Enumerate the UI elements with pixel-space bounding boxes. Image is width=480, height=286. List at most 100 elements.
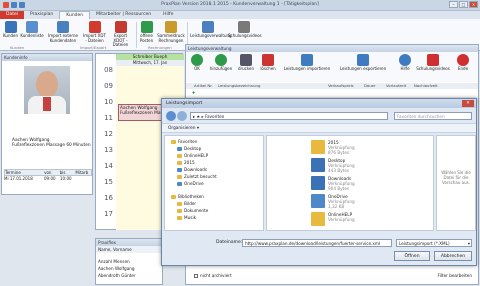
close-icon <box>457 54 469 66</box>
desktop-icon <box>177 146 182 151</box>
file-open-dialog: Leistungsimport ✕ ▸ ★ ▸ Favoriten Favori… <box>161 98 477 266</box>
filter-edit-link[interactable]: Filter bearbeiten <box>438 273 473 278</box>
checkbox[interactable] <box>194 273 198 278</box>
schulungsvideos-button[interactable]: Schulungsvideos <box>228 21 262 39</box>
add-button[interactable]: hinzufügen <box>208 54 234 72</box>
offene-posten-button[interactable]: offene Posten <box>138 21 155 43</box>
minimize-button[interactable]: – <box>449 1 458 8</box>
ribbon-separator <box>136 22 137 48</box>
customer-photo <box>24 66 70 114</box>
tab-datei[interactable]: Datei <box>0 11 25 19</box>
check-icon <box>191 54 203 66</box>
forward-icon[interactable] <box>177 111 187 121</box>
list-item[interactable]: Abendroth Günter <box>96 272 162 279</box>
nav-downloads[interactable]: Downloads <box>177 167 207 172</box>
appointments-header: Termine von bis Mitarb <box>4 169 92 176</box>
downloads-icon <box>177 167 182 172</box>
xdt-export-icon <box>114 21 127 33</box>
delete-icon <box>262 54 274 66</box>
file-item[interactable]: OneDrive Verknüpfung 1,32 KB <box>311 194 401 210</box>
preview-pane: Wählen Sie die Datei für die Vorschau au… <box>436 135 476 231</box>
address-bar[interactable]: ▸ ★ ▸ Favoriten <box>190 112 388 120</box>
back-icon[interactable] <box>166 111 176 121</box>
customer-info-pane: Kundeninfo Aachen Wolfgang Fußreflexzone… <box>1 53 93 195</box>
open-button[interactable]: Öffnen <box>394 251 430 261</box>
videos-button[interactable]: Schulungsvideos <box>416 54 450 72</box>
file-item[interactable]: Downloads Verknüpfung 904 Bytes <box>311 176 401 192</box>
kundenliste-button[interactable]: Kundenliste <box>20 21 44 39</box>
import-extern-button[interactable]: Import externe Kundendaten <box>46 21 80 43</box>
services-icon <box>202 21 214 33</box>
people-icon <box>4 21 17 33</box>
star-icon <box>171 139 176 144</box>
nav-favoriten[interactable]: Favoriten <box>171 139 197 144</box>
dialog-close-button[interactable]: ✕ <box>462 100 474 107</box>
hour-label: 17 <box>104 210 113 218</box>
nav-libraries[interactable]: Bibliotheken <box>171 194 204 199</box>
folder-icon <box>177 160 182 165</box>
export-leistungen-button[interactable]: Leistungen exportieren <box>338 54 388 72</box>
ok-button[interactable]: OK <box>188 54 206 72</box>
customer-list-header: Praxiflex <box>96 239 162 246</box>
file-item[interactable]: Desktop Verknüpfung 443 Bytes <box>311 158 401 174</box>
close-button[interactable]: ✕ <box>469 1 478 8</box>
file-item[interactable]: OnlineHELP Verknüpfung <box>311 212 401 228</box>
plus-icon <box>215 54 227 66</box>
nav-2015[interactable]: 2015 <box>177 160 195 165</box>
cancel-button[interactable]: Abbrechen <box>434 251 472 261</box>
tab-mitarbeiter[interactable]: Mitarbeiter | Ressourcen <box>90 11 157 19</box>
customer-info-header: Kundeninfo <box>2 54 92 61</box>
file-item[interactable]: 2015 Verknüpfung 876 Bytes <box>311 140 401 156</box>
tab-praxisplan[interactable]: Praxisplan <box>24 11 59 19</box>
end-button[interactable]: Ende <box>454 54 472 72</box>
hour-label: 15 <box>104 178 113 186</box>
tab-hilfe[interactable]: Hilfe <box>157 11 179 19</box>
customer-service: Fußreflexzonen Massage 60 Minuten <box>12 143 91 148</box>
printer-icon <box>240 54 252 66</box>
new-row-indicator[interactable]: ✚ <box>186 90 478 96</box>
nav-desktop[interactable]: Desktop <box>177 146 201 151</box>
filetype-select[interactable]: Leistungsimport (*.XML) ▾ <box>396 239 472 247</box>
group-label-kunden: Kunden <box>10 45 25 50</box>
organize-menu[interactable]: Organisieren ▾ <box>168 126 199 131</box>
delete-button[interactable]: löschen <box>258 54 278 72</box>
export-xdt-button[interactable]: Export XDOT - Dateien <box>108 21 133 48</box>
hour-label: 11 <box>104 114 113 122</box>
music-icon <box>177 215 182 220</box>
nav-music[interactable]: Musik <box>177 215 196 220</box>
search-input[interactable]: Favoriten durchsuchen <box>394 112 472 120</box>
list-item[interactable]: Anzahl Mensen <box>96 258 162 265</box>
appointment-row[interactable]: Mi 17.01.2018 09:00 10:00 <box>4 176 92 181</box>
film-icon <box>238 21 250 33</box>
pictures-icon <box>177 201 182 206</box>
command-bar: Organisieren ▾ <box>162 123 476 133</box>
navigation-pane: Favoriten Desktop OnlineHELP 2015 Downlo… <box>164 135 264 231</box>
chevron-down-icon: ▾ <box>467 241 470 246</box>
help-button[interactable]: Hilfe <box>396 54 414 72</box>
kunden-button[interactable]: Kunden <box>2 21 19 39</box>
hour-label: 12 <box>104 130 113 138</box>
import-icon <box>301 54 313 66</box>
import-xdt-button[interactable]: Import XDT - Dateien <box>82 21 107 43</box>
list-item[interactable]: Aachen Wolfgang <box>96 265 162 272</box>
tab-kunden[interactable]: Kunden <box>59 11 91 19</box>
nav-recent[interactable]: Zuletzt besucht <box>177 174 217 179</box>
import-leistungen-button[interactable]: Leistungen importieren <box>282 54 332 72</box>
nav-documents[interactable]: Dokumente <box>177 208 208 213</box>
hour-label: 13 <box>104 146 113 154</box>
nav-pictures[interactable]: Bilder <box>177 201 196 206</box>
nav-onedrive[interactable]: OneDrive <box>177 181 204 186</box>
dialog-title: Leistungsimport <box>162 99 476 108</box>
leistungsverwaltung-button[interactable]: Leistungsverwaltung <box>190 21 232 39</box>
leistungs-column-headers: Artikel Nr. Leistungsbezeichnung Verkauf… <box>186 83 478 89</box>
film-icon <box>427 54 439 66</box>
group-label-rechnungen: Rechnungen <box>148 45 172 50</box>
maximize-button[interactable]: □ <box>459 1 468 8</box>
sammeldruck-button[interactable]: Sammeldruck Rechnungen <box>157 21 185 43</box>
customer-list-pane: Praxiflex Name, Vorname Anzahl Mensen Aa… <box>95 238 163 285</box>
print-button[interactable]: drucken <box>236 54 256 72</box>
filename-input[interactable]: http://www.praxplan.de/download/leistung… <box>242 239 392 247</box>
archive-filter[interactable]: nicht archiviert <box>194 273 232 278</box>
list-column-header: Name, Vorname <box>96 246 162 253</box>
nav-onlinehelp[interactable]: OnlineHELP <box>177 153 208 158</box>
